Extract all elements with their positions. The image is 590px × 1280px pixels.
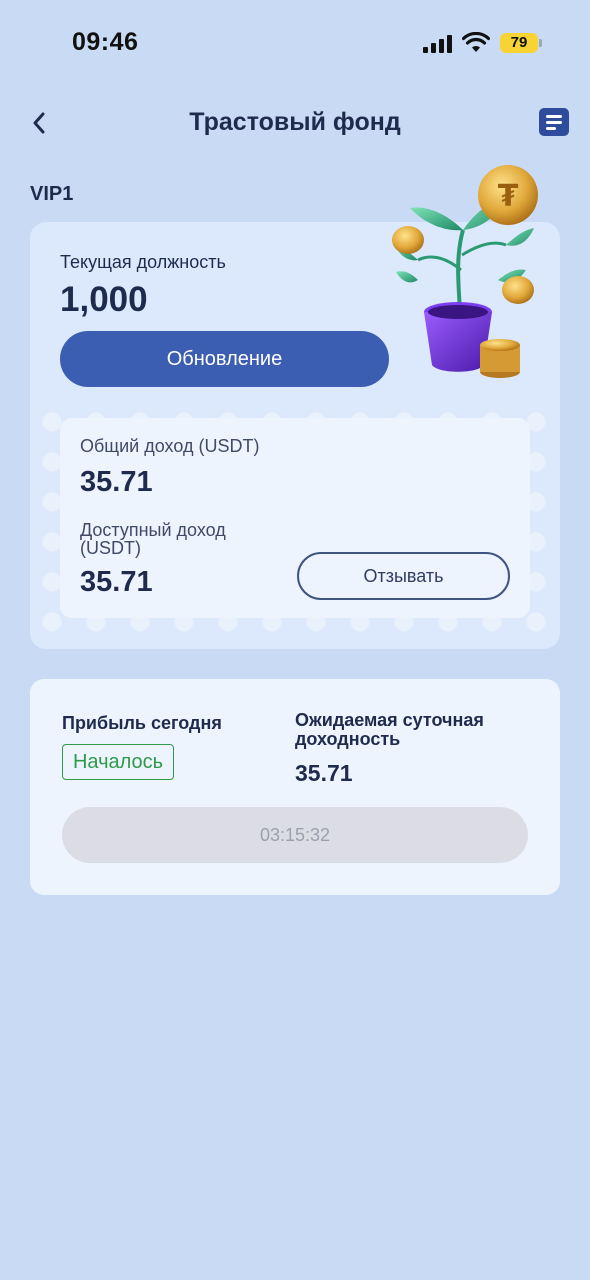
money-plant-illustration: ₮ (392, 165, 538, 378)
status-time: 09:46 (72, 28, 139, 56)
timer-button[interactable]: 03:15:32 (62, 807, 528, 863)
battery-icon: 79 (500, 33, 538, 53)
total-income-label: Общий доход (USDT) (80, 436, 260, 456)
menu-list-icon (546, 115, 562, 118)
position-value: 1,000 (60, 280, 148, 319)
profit-card: Прибыль сегодня Началось Ожидаемая суточ… (30, 679, 560, 895)
profit-today-label: Прибыль сегодня (62, 713, 222, 733)
position-label: Текущая должность (60, 252, 226, 272)
income-card: Общий доход (USDT) 35.71 Доступный доход… (60, 418, 530, 618)
status-badge: Началось (62, 744, 174, 780)
svg-text:₮: ₮ (498, 179, 519, 214)
signal-icon (423, 35, 453, 53)
navigation-header: Трастовый фонд (0, 100, 590, 146)
available-income-label: Доступный доход (USDT) (80, 520, 226, 558)
wifi-icon (462, 32, 490, 52)
total-income-value: 35.71 (80, 466, 153, 498)
expected-yield-value: 35.71 (295, 760, 353, 786)
upgrade-button[interactable]: Обновление (60, 331, 389, 387)
vip-level: VIP1 (30, 183, 74, 205)
withdraw-button[interactable]: Отзывать (297, 552, 510, 600)
available-income-value: 35.71 (80, 566, 153, 598)
status-bar: 09:46 79 (0, 0, 590, 88)
battery-tip (539, 39, 542, 47)
menu-list-button[interactable] (539, 108, 569, 136)
expected-yield-label: Ожидаемая суточная доходность (295, 710, 484, 749)
page-title: Трастовый фонд (189, 108, 401, 136)
